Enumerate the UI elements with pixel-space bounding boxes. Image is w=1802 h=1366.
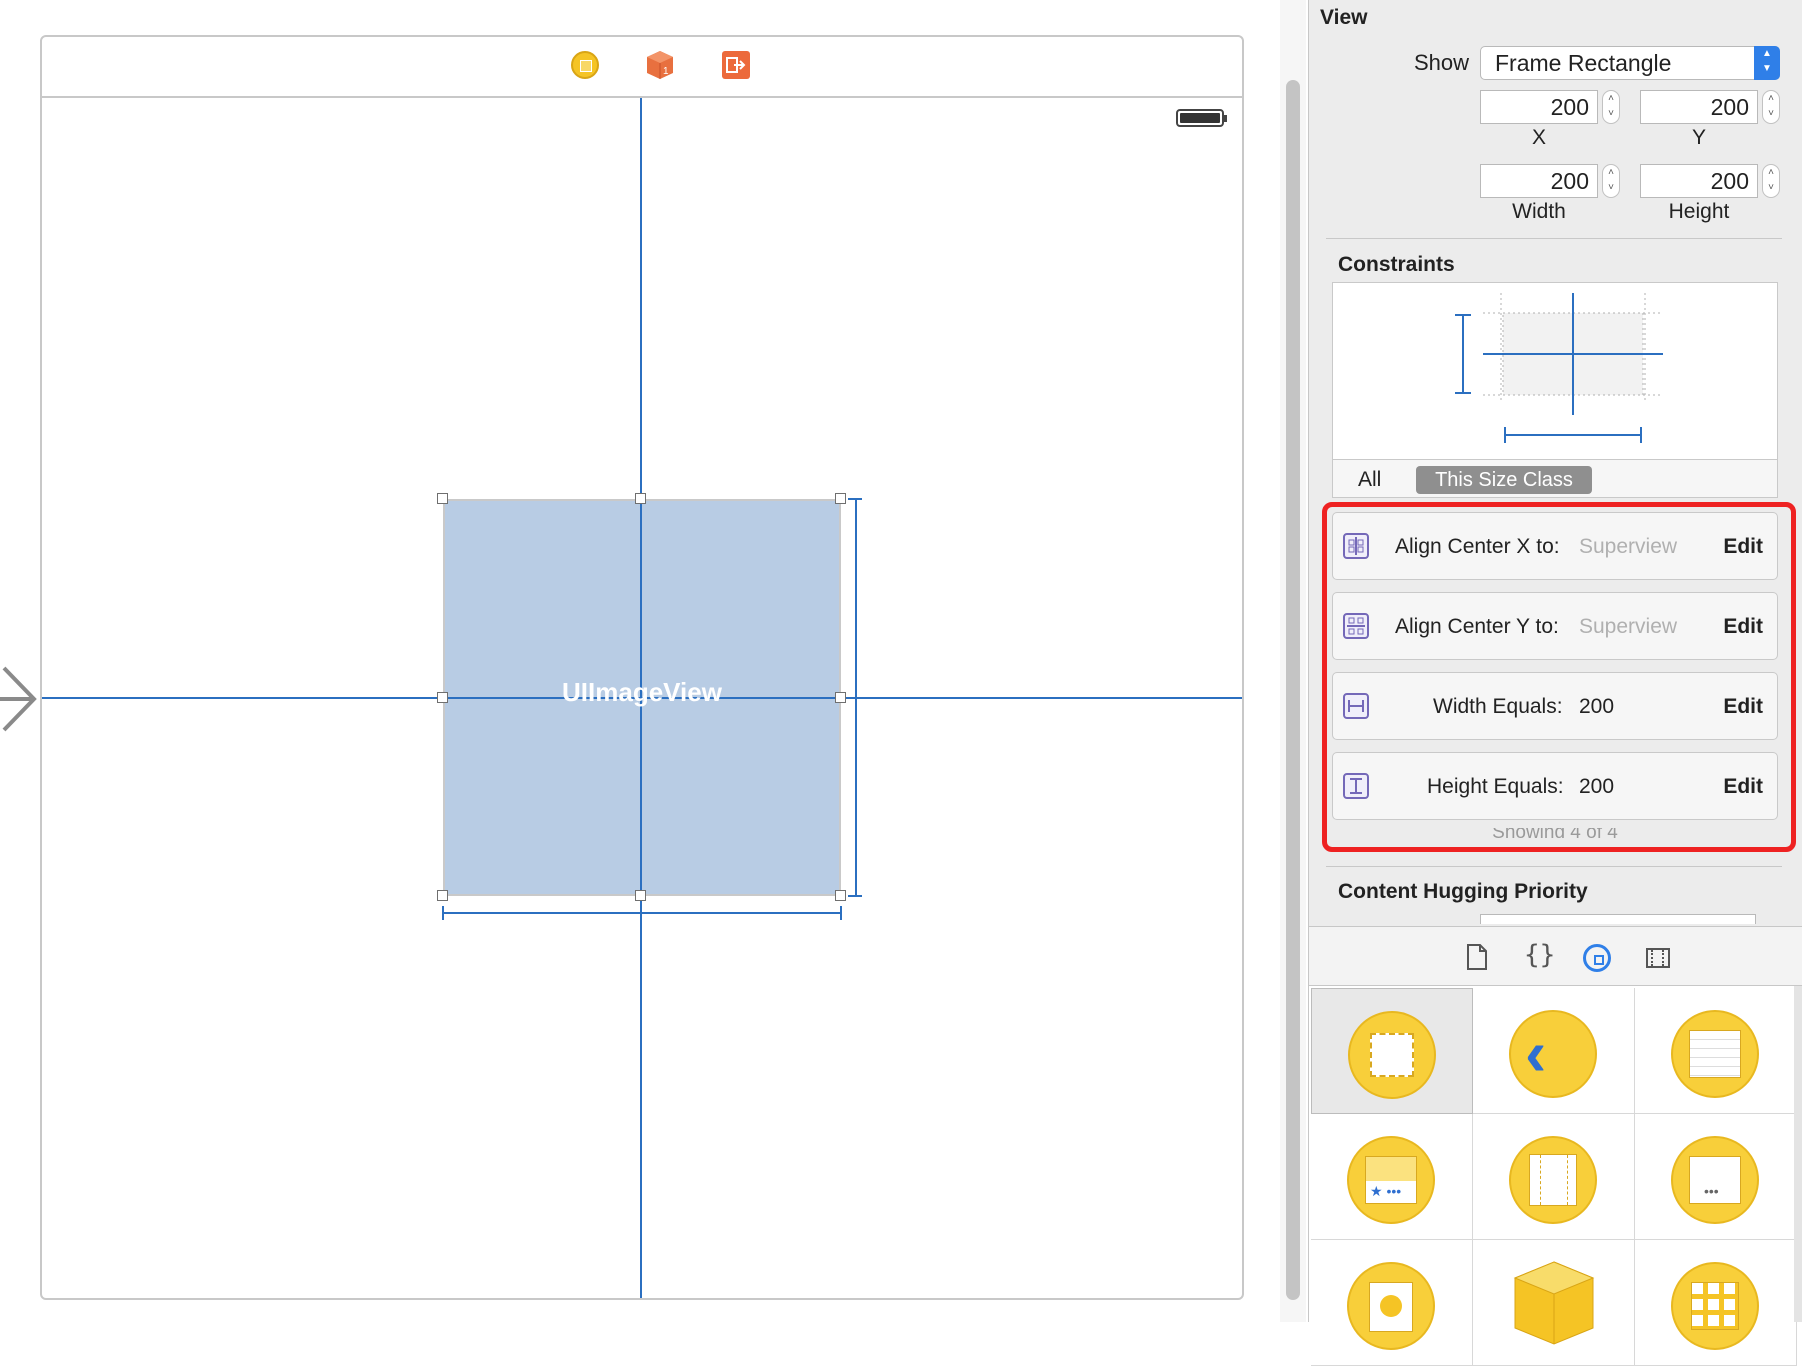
popup-arrows-icon: ▲ ▼ (1754, 46, 1780, 80)
divider (1326, 238, 1782, 239)
object-cube-icon (1513, 1261, 1595, 1345)
hugging-field-partial[interactable] (1480, 914, 1756, 924)
width-field[interactable]: 200 (1480, 164, 1598, 198)
content-hugging-title: Content Hugging Priority (1338, 880, 1588, 903)
first-responder-icon[interactable]: 1 (645, 49, 675, 81)
view-controller-icon[interactable] (571, 51, 599, 79)
media-library-icon[interactable] (1646, 948, 1670, 968)
scene-dock (42, 37, 1242, 98)
resize-handle[interactable] (835, 692, 846, 703)
show-label: Show (1414, 50, 1470, 75)
library-item[interactable] (1473, 1114, 1635, 1240)
x-label: X (1531, 126, 1546, 149)
x-stepper[interactable]: ˄ ˅ (1602, 90, 1620, 124)
navigation-controller-icon: ‹ (1509, 1010, 1597, 1098)
show-popup-value: Frame Rectangle (1495, 50, 1672, 76)
highlight-box (1322, 502, 1796, 852)
y-field[interactable]: 200 (1640, 90, 1758, 124)
exit-icon[interactable] (722, 51, 750, 79)
collection-view-controller-icon (1671, 1262, 1759, 1350)
width-stepper[interactable]: ˄ ˅ (1602, 164, 1620, 198)
battery-icon (1176, 109, 1227, 127)
height-field[interactable]: 200 (1640, 164, 1758, 198)
resize-handle[interactable] (635, 493, 646, 504)
width-constraint-bar[interactable] (443, 912, 841, 914)
resize-handle[interactable] (437, 890, 448, 901)
resize-handle[interactable] (835, 890, 846, 901)
height-stepper[interactable]: ˄ ˅ (1762, 164, 1780, 198)
library-item[interactable] (1311, 1240, 1473, 1366)
view-controller-icon (1348, 1011, 1436, 1099)
library-item[interactable] (1311, 988, 1473, 1114)
width-constraint-cap (442, 906, 444, 920)
height-constraint-cap (848, 895, 862, 897)
y-stepper[interactable]: ˄ ˅ (1762, 90, 1780, 124)
image-view-label: UIImageView (562, 677, 722, 707)
constraints-section-title: Constraints (1338, 253, 1455, 276)
width-label: Width (1512, 200, 1566, 223)
resize-handle[interactable] (437, 493, 448, 504)
avkit-player-icon (1347, 1262, 1435, 1350)
divider (1326, 866, 1782, 867)
tab-bar-controller-icon: ★ ••• (1347, 1136, 1435, 1224)
y-label: Y (1691, 126, 1706, 149)
show-popup[interactable]: Frame Rectangle ▲ ▼ (1480, 46, 1780, 80)
tab-all[interactable]: All (1358, 468, 1381, 492)
width-constraint-cap (840, 906, 842, 920)
library-scrollbar[interactable] (1794, 986, 1802, 1322)
glkit-view-controller-icon: ••• (1671, 1136, 1759, 1224)
resize-handle[interactable] (635, 890, 646, 901)
library-item[interactable] (1635, 988, 1797, 1114)
object-library-icon[interactable] (1583, 944, 1611, 972)
entry-point-arrow-icon[interactable] (0, 664, 40, 734)
table-view-controller-icon (1671, 1010, 1759, 1098)
page-view-controller-icon (1509, 1136, 1597, 1224)
file-template-icon[interactable] (1466, 944, 1488, 970)
svg-text:1: 1 (663, 66, 669, 77)
constraints-diagram (1332, 282, 1778, 460)
resize-handle[interactable] (437, 692, 448, 703)
height-constraint-cap (848, 498, 862, 500)
canvas-scrollbar-thumb[interactable] (1286, 80, 1300, 1300)
library-item[interactable]: ‹ (1473, 988, 1635, 1114)
x-field[interactable]: 200 (1480, 90, 1598, 124)
height-constraint-bar[interactable] (855, 499, 857, 896)
view-section-title: View (1320, 6, 1368, 29)
library-item[interactable] (1635, 1240, 1797, 1366)
library-item[interactable]: ••• (1635, 1114, 1797, 1240)
library-item[interactable]: ★ ••• (1311, 1114, 1473, 1240)
height-label: Height (1668, 200, 1730, 223)
library-tab-bar (1309, 926, 1802, 986)
resize-handle[interactable] (835, 493, 846, 504)
code-snippet-icon[interactable]: {} (1524, 940, 1555, 970)
library-item[interactable] (1473, 1240, 1635, 1366)
tab-this-size-class[interactable]: This Size Class (1416, 466, 1592, 494)
